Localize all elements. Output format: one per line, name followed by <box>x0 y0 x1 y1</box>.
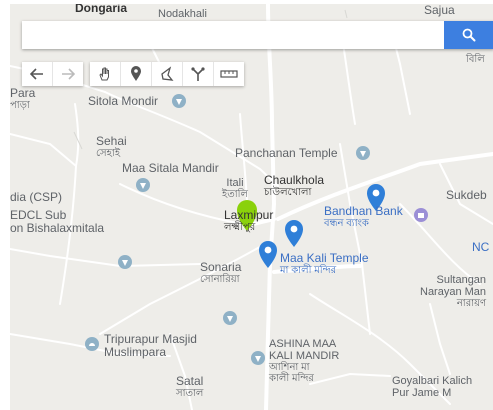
place-label-bengali: পাড়া <box>10 100 30 112</box>
poi-label-text: ASHINA MAA <box>269 338 337 350</box>
place-label: Sukdeb <box>446 188 487 202</box>
bank-poi-icon[interactable] <box>414 208 428 222</box>
pan-hand-icon <box>99 67 109 81</box>
measure-ruler-icon <box>220 70 238 78</box>
poi-label: ASHINA MAA KALI MANDIR আশিনা মা কালী মন্… <box>269 338 339 384</box>
poi-label-text: Bandhan Bank <box>324 204 403 218</box>
poi-label-text: Maa Kali Temple <box>280 251 369 265</box>
measure-button[interactable] <box>214 62 244 86</box>
blue-location-pin-icon[interactable] <box>259 241 277 268</box>
temple-poi-icon[interactable] <box>118 255 132 269</box>
place-label-text: Chaulkhola <box>264 173 325 187</box>
poi-label: Panchanan Temple <box>235 146 338 160</box>
place-label-bengali: সাতাল <box>176 388 204 400</box>
temple-poi-icon[interactable] <box>136 178 150 192</box>
place-label-bengali: চাউলখোলা <box>264 187 312 199</box>
place-label: Para পাড়া <box>10 86 36 112</box>
place-label-text: Satal <box>176 374 204 388</box>
place-label-bengali: ইতালি <box>222 189 248 201</box>
poi-label-text: Narayan Man <box>420 286 487 299</box>
place-label-text: Para <box>10 86 36 100</box>
search-icon <box>462 28 476 42</box>
drawing-toolbar <box>90 62 244 86</box>
place-label: Satal সাতাল <box>176 374 204 400</box>
poi-label-text: KALI MANDIR <box>269 350 340 363</box>
poi-label: Goyalbari Kalich Pur Jame M <box>392 375 472 399</box>
place-label-bengali: লক্ষ্মীপুর <box>224 222 256 234</box>
map-frame[interactable]: Dongaria Nodakhali Sajua বিলি Para পাড়া… <box>10 4 493 410</box>
poi-label-text: Muslimpara <box>104 345 167 360</box>
undo-button[interactable] <box>22 62 53 86</box>
search-bar <box>22 21 493 49</box>
poi-label-bengali: বন্ধন ব্যাংক <box>324 218 369 230</box>
history-toolbar <box>22 62 83 86</box>
place-label: Chaulkhola চাউলখোলা <box>264 173 325 199</box>
place-label-text: Itali <box>226 177 244 189</box>
poi-label-bengali: নারায়ণ <box>456 298 487 310</box>
place-label: Dongaria <box>75 4 128 15</box>
add-marker-button[interactable] <box>121 62 152 86</box>
poi-label: dia (CSP) <box>10 190 63 204</box>
place-label: Sajua <box>424 4 455 17</box>
poi-label: Maa Sitala Mandir <box>122 161 219 175</box>
search-input[interactable] <box>22 21 448 49</box>
poi-label-text: on Bishalaxmitala <box>10 221 105 236</box>
temple-poi-icon[interactable] <box>223 311 237 325</box>
place-label-bengali: সোনারিয়া <box>200 274 240 286</box>
poi-label: NC I <box>472 240 493 254</box>
poi-label-bengali: আশিনা মা <box>269 362 310 374</box>
place-label-bengali: বিলি <box>466 54 485 65</box>
route-button[interactable] <box>183 62 214 86</box>
poi-label: Sitola Mondir <box>88 94 159 108</box>
place-label-text: Laxmipur <box>224 208 274 222</box>
poi-label: Tripurapur Masjid Muslimpara <box>104 332 197 360</box>
place-label: Laxmipur লক্ষ্মীপুর <box>224 208 274 234</box>
poi-label-text: Sultangan <box>436 274 487 286</box>
place-label-text: Sonaria <box>200 260 242 274</box>
blue-location-pin-icon[interactable] <box>285 220 303 247</box>
search-button[interactable] <box>444 21 493 49</box>
temple-poi-icon[interactable] <box>356 146 370 160</box>
undo-icon <box>30 68 43 80</box>
temple-poi-icon[interactable] <box>251 351 265 365</box>
poi-label-bengali: মা কালী মন্দির <box>280 265 337 277</box>
place-label: Sehai সেহাই <box>96 134 127 160</box>
route-icon <box>191 67 205 81</box>
poi-label-bengali: কালী মন্দির <box>269 373 314 385</box>
marker-icon <box>131 66 141 81</box>
poi-label: Sultangan Narayan Man নারায়ণ <box>420 274 486 309</box>
place-label: Sonaria সোনারিয়া <box>200 260 242 286</box>
redo-icon <box>62 68 75 80</box>
place-label-text: Sehai <box>96 134 127 148</box>
poi-label-text: Goyalbari Kalich <box>392 375 473 387</box>
poi-label: EDCL Sub on Bishalaxmitala <box>10 208 105 236</box>
redo-button[interactable] <box>53 62 83 86</box>
poi-label: Bandhan Bank বন্ধন ব্যাংক <box>324 204 403 230</box>
temple-poi-icon[interactable] <box>172 94 186 108</box>
poi-label-text: Pur Jame M <box>392 387 452 400</box>
place-label: Nodakhali <box>158 8 207 20</box>
draw-polygon-button[interactable] <box>152 62 183 86</box>
pan-button[interactable] <box>90 62 121 86</box>
poi-label: Maa Kali Temple মা কালী মন্দির <box>280 251 369 277</box>
polygon-icon <box>161 66 174 81</box>
place-label-bengali: সেহাই <box>96 148 121 160</box>
mosque-poi-icon[interactable] <box>85 337 99 351</box>
place-label: Itali ইতালি <box>222 177 248 200</box>
